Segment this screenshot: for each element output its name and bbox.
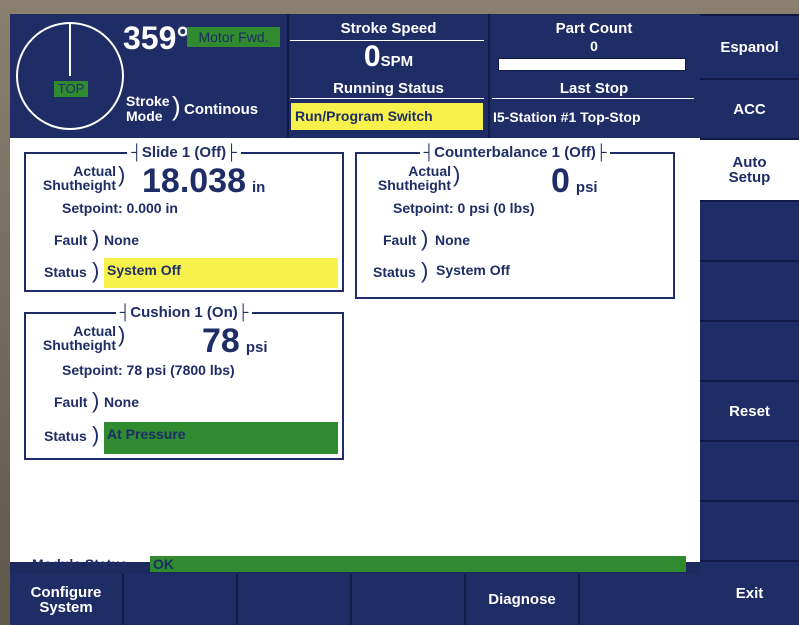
shutheight-label: Shutheight — [377, 177, 451, 193]
last-stop-title: Last Stop — [559, 80, 629, 97]
cushion-status-bar: At Pressure — [104, 422, 338, 454]
espanol-button[interactable]: Espanol — [700, 14, 799, 78]
counterbalance-fault-brace: ) — [421, 226, 429, 251]
actual-label: Actual — [408, 163, 451, 179]
counterbalance-unit: psi — [575, 179, 598, 196]
slide-brace: ) — [118, 162, 126, 187]
bottom-button-2[interactable] — [122, 574, 236, 625]
slide-setpoint: Setpoint: 0.000 in — [62, 200, 178, 216]
counterbalance-brace: ) — [453, 162, 461, 187]
slide-fault-value: None — [104, 232, 139, 248]
slide-readout: 18.038 in — [142, 164, 265, 205]
cushion-status-brace: ) — [92, 422, 100, 447]
last-stop-value: I5-Station #1 Top-Stop — [493, 109, 641, 125]
counterbalance-status-label: Status — [373, 264, 416, 280]
stroke-mode-brace: ) — [172, 91, 181, 121]
actual-label: Actual — [73, 163, 116, 179]
cushion-brace: ) — [118, 322, 126, 347]
counterbalance-status-bar: System Off — [436, 262, 510, 278]
bottom-button-3[interactable] — [236, 574, 350, 625]
slide-actual-label: Actual Shutheight — [36, 164, 116, 192]
hmi-screen: TOP 359° Motor Fwd. Stroke Mode ) Contin… — [10, 14, 799, 625]
cushion-unit: psi — [245, 339, 268, 356]
cushion-title-text: Cushion 1 (On) — [115, 304, 253, 321]
cushion-fault-label: Fault — [54, 394, 88, 410]
stroke-label: Stroke — [126, 93, 170, 109]
counterbalance-value: 0 — [551, 162, 570, 200]
cushion-actual-label: Actual Shutheight — [36, 324, 116, 352]
slide-value: 18.038 — [142, 162, 246, 200]
running-status-value: Run/Program Switch — [291, 103, 483, 130]
last-stop-rule — [492, 98, 694, 99]
slide-unit: in — [252, 179, 266, 196]
dial-pointer — [69, 24, 71, 76]
cushion-panel: Cushion 1 (On) Actual Shutheight ) 78 psi… — [24, 304, 344, 460]
counterbalance-title-text: Counterbalance 1 (Off) — [419, 144, 611, 161]
exit-button[interactable]: Exit — [700, 560, 799, 625]
cushion-readout: 78 psi — [202, 324, 268, 365]
bottom-button-6[interactable] — [578, 574, 700, 625]
cushion-status-label: Status — [44, 428, 87, 444]
stroke-mode-value: Continous — [184, 101, 259, 118]
side-button-6[interactable] — [700, 320, 799, 380]
stroke-speed-unit: SPM — [380, 53, 414, 70]
cushion-fault-value: None — [104, 394, 139, 410]
counterbalance-readout: 0 psi — [551, 164, 598, 205]
running-status-title: Running Status — [333, 80, 444, 97]
slide-fault-brace: ) — [92, 226, 100, 251]
shutheight-label: Shutheight — [42, 177, 116, 193]
diagnose-button[interactable]: Diagnose — [464, 574, 578, 625]
side-button-9[interactable] — [700, 500, 799, 560]
counterbalance-setpoint: Setpoint: 0 psi (0 lbs) — [393, 200, 535, 216]
slide-status-bar: System Off — [104, 258, 338, 288]
shutheight-label: Shutheight — [42, 337, 116, 353]
cushion-value: 78 — [202, 322, 240, 360]
crank-angle-readout: 359° — [123, 20, 190, 56]
module-status-label: Module Status: — [32, 556, 133, 572]
configure-system-button[interactable]: Configure System — [10, 574, 122, 625]
mode-label: Mode — [126, 108, 163, 124]
part-count-title: Part Count — [555, 20, 633, 37]
stroke-speed-readout: 0SPM — [289, 40, 488, 74]
part-count-progress-bar — [498, 58, 686, 71]
slide-title-text: Slide 1 (Off) — [127, 144, 241, 161]
reset-button[interactable]: Reset — [700, 380, 799, 440]
stroke-speed-title: Stroke Speed — [340, 20, 437, 37]
counterbalance-panel-title: Counterbalance 1 (Off) — [357, 144, 673, 161]
counterbalance-fault-value: None — [435, 232, 470, 248]
stroke-mode-label: Stroke Mode — [126, 94, 170, 124]
slide-status-label: Status — [44, 264, 87, 280]
motor-direction-badge: Motor Fwd. — [187, 27, 280, 47]
cushion-fault-brace: ) — [92, 388, 100, 413]
side-button-5[interactable] — [700, 260, 799, 320]
slide-fault-label: Fault — [54, 232, 88, 248]
cushion-panel-title: Cushion 1 (On) — [26, 304, 342, 321]
bottom-button-4[interactable] — [350, 574, 464, 625]
acc-button[interactable]: ACC — [700, 78, 799, 138]
counterbalance-panel: Counterbalance 1 (Off) Actual Shutheight… — [355, 144, 675, 299]
slide-panel-title: Slide 1 (Off) — [26, 144, 342, 161]
counterbalance-actual-label: Actual Shutheight — [367, 164, 451, 192]
counterbalance-status-brace: ) — [421, 258, 429, 283]
part-count-value: 0 — [590, 38, 598, 54]
auto-setup-button[interactable]: Auto Setup — [700, 138, 799, 200]
actual-label: Actual — [73, 323, 116, 339]
module-status-bar: OK — [150, 556, 686, 572]
side-button-4[interactable] — [700, 200, 799, 260]
side-button-8[interactable] — [700, 440, 799, 500]
dial-top-indicator: TOP — [54, 81, 88, 97]
running-status-rule — [290, 98, 484, 99]
counterbalance-fault-label: Fault — [383, 232, 417, 248]
stroke-speed-value: 0 — [363, 40, 381, 73]
slide-panel: Slide 1 (Off) Actual Shutheight ) 18.038… — [24, 144, 344, 292]
slide-status-brace: ) — [92, 258, 100, 283]
cushion-setpoint: Setpoint: 78 psi (7800 lbs) — [62, 362, 235, 378]
